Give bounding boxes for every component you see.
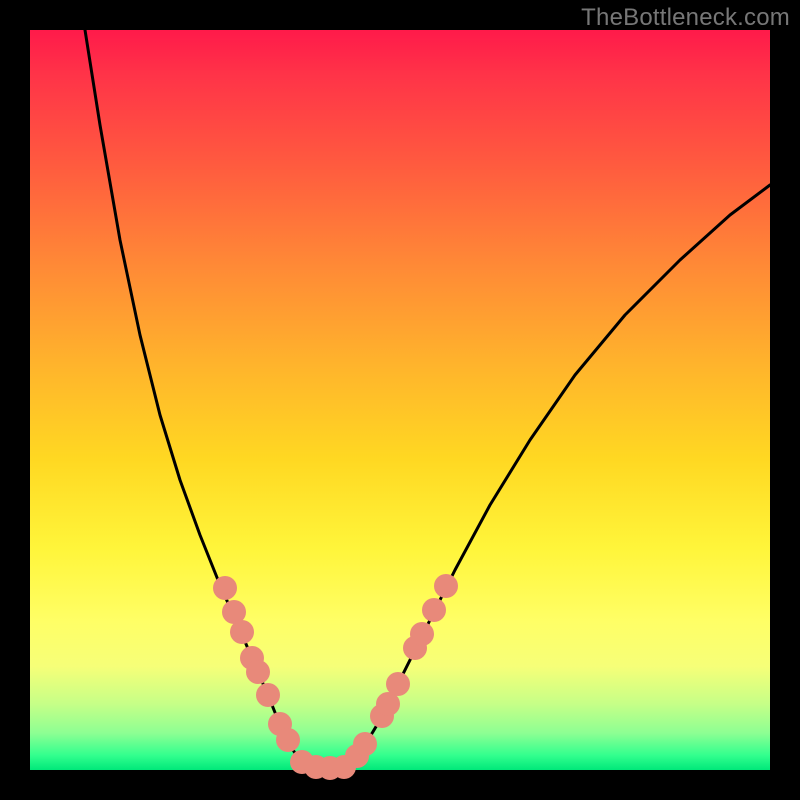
plot-area xyxy=(30,30,770,770)
curve-markers xyxy=(213,574,458,780)
chart-svg xyxy=(30,30,770,770)
curve-line xyxy=(85,30,770,768)
watermark-text: TheBottleneck.com xyxy=(581,4,790,32)
chart-frame: TheBottleneck.com xyxy=(0,0,800,800)
